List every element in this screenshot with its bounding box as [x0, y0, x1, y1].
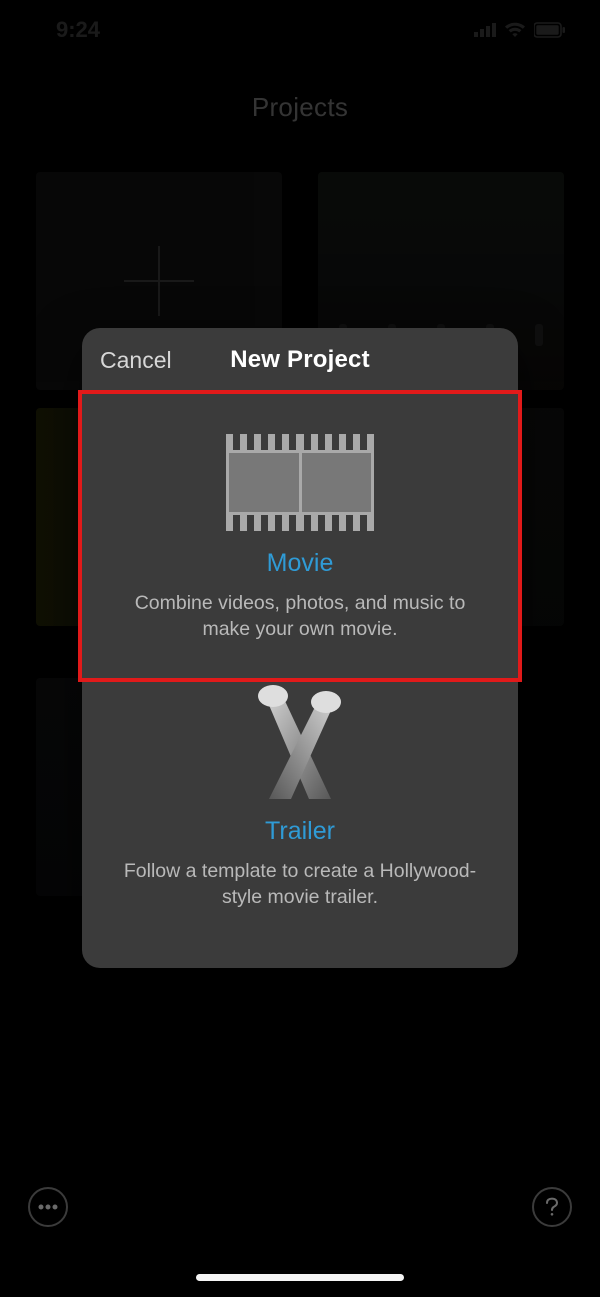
cellular-icon [474, 23, 496, 37]
option-movie[interactable]: Movie Combine videos, photos, and music … [82, 392, 518, 663]
spotlights-icon [106, 681, 494, 799]
page-title: Projects [0, 92, 600, 123]
wifi-icon [504, 22, 526, 38]
filmstrip-icon [106, 434, 494, 531]
option-trailer-desc: Follow a template to create a Hollywood-… [106, 858, 494, 911]
sheet-header: Cancel New Project [82, 328, 518, 392]
ellipsis-icon [38, 1204, 58, 1210]
option-movie-desc: Combine videos, photos, and music to mak… [106, 590, 494, 643]
status-time: 9:24 [56, 17, 100, 43]
option-trailer[interactable]: Trailer Follow a template to create a Ho… [82, 663, 518, 931]
plus-icon [124, 246, 194, 316]
help-button[interactable] [532, 1187, 572, 1227]
more-button[interactable] [28, 1187, 68, 1227]
option-trailer-title: Trailer [106, 817, 494, 846]
home-indicator [196, 1274, 404, 1281]
new-project-sheet: Cancel New Project Movie Combine videos,… [82, 328, 518, 968]
status-bar: 9:24 [0, 0, 600, 60]
bottom-toolbar [0, 1177, 600, 1237]
question-icon [545, 1197, 559, 1217]
option-movie-title: Movie [106, 549, 494, 578]
sheet-title: New Project [230, 346, 370, 374]
battery-icon [534, 22, 566, 38]
cancel-button[interactable]: Cancel [100, 328, 172, 392]
status-right [474, 22, 566, 38]
